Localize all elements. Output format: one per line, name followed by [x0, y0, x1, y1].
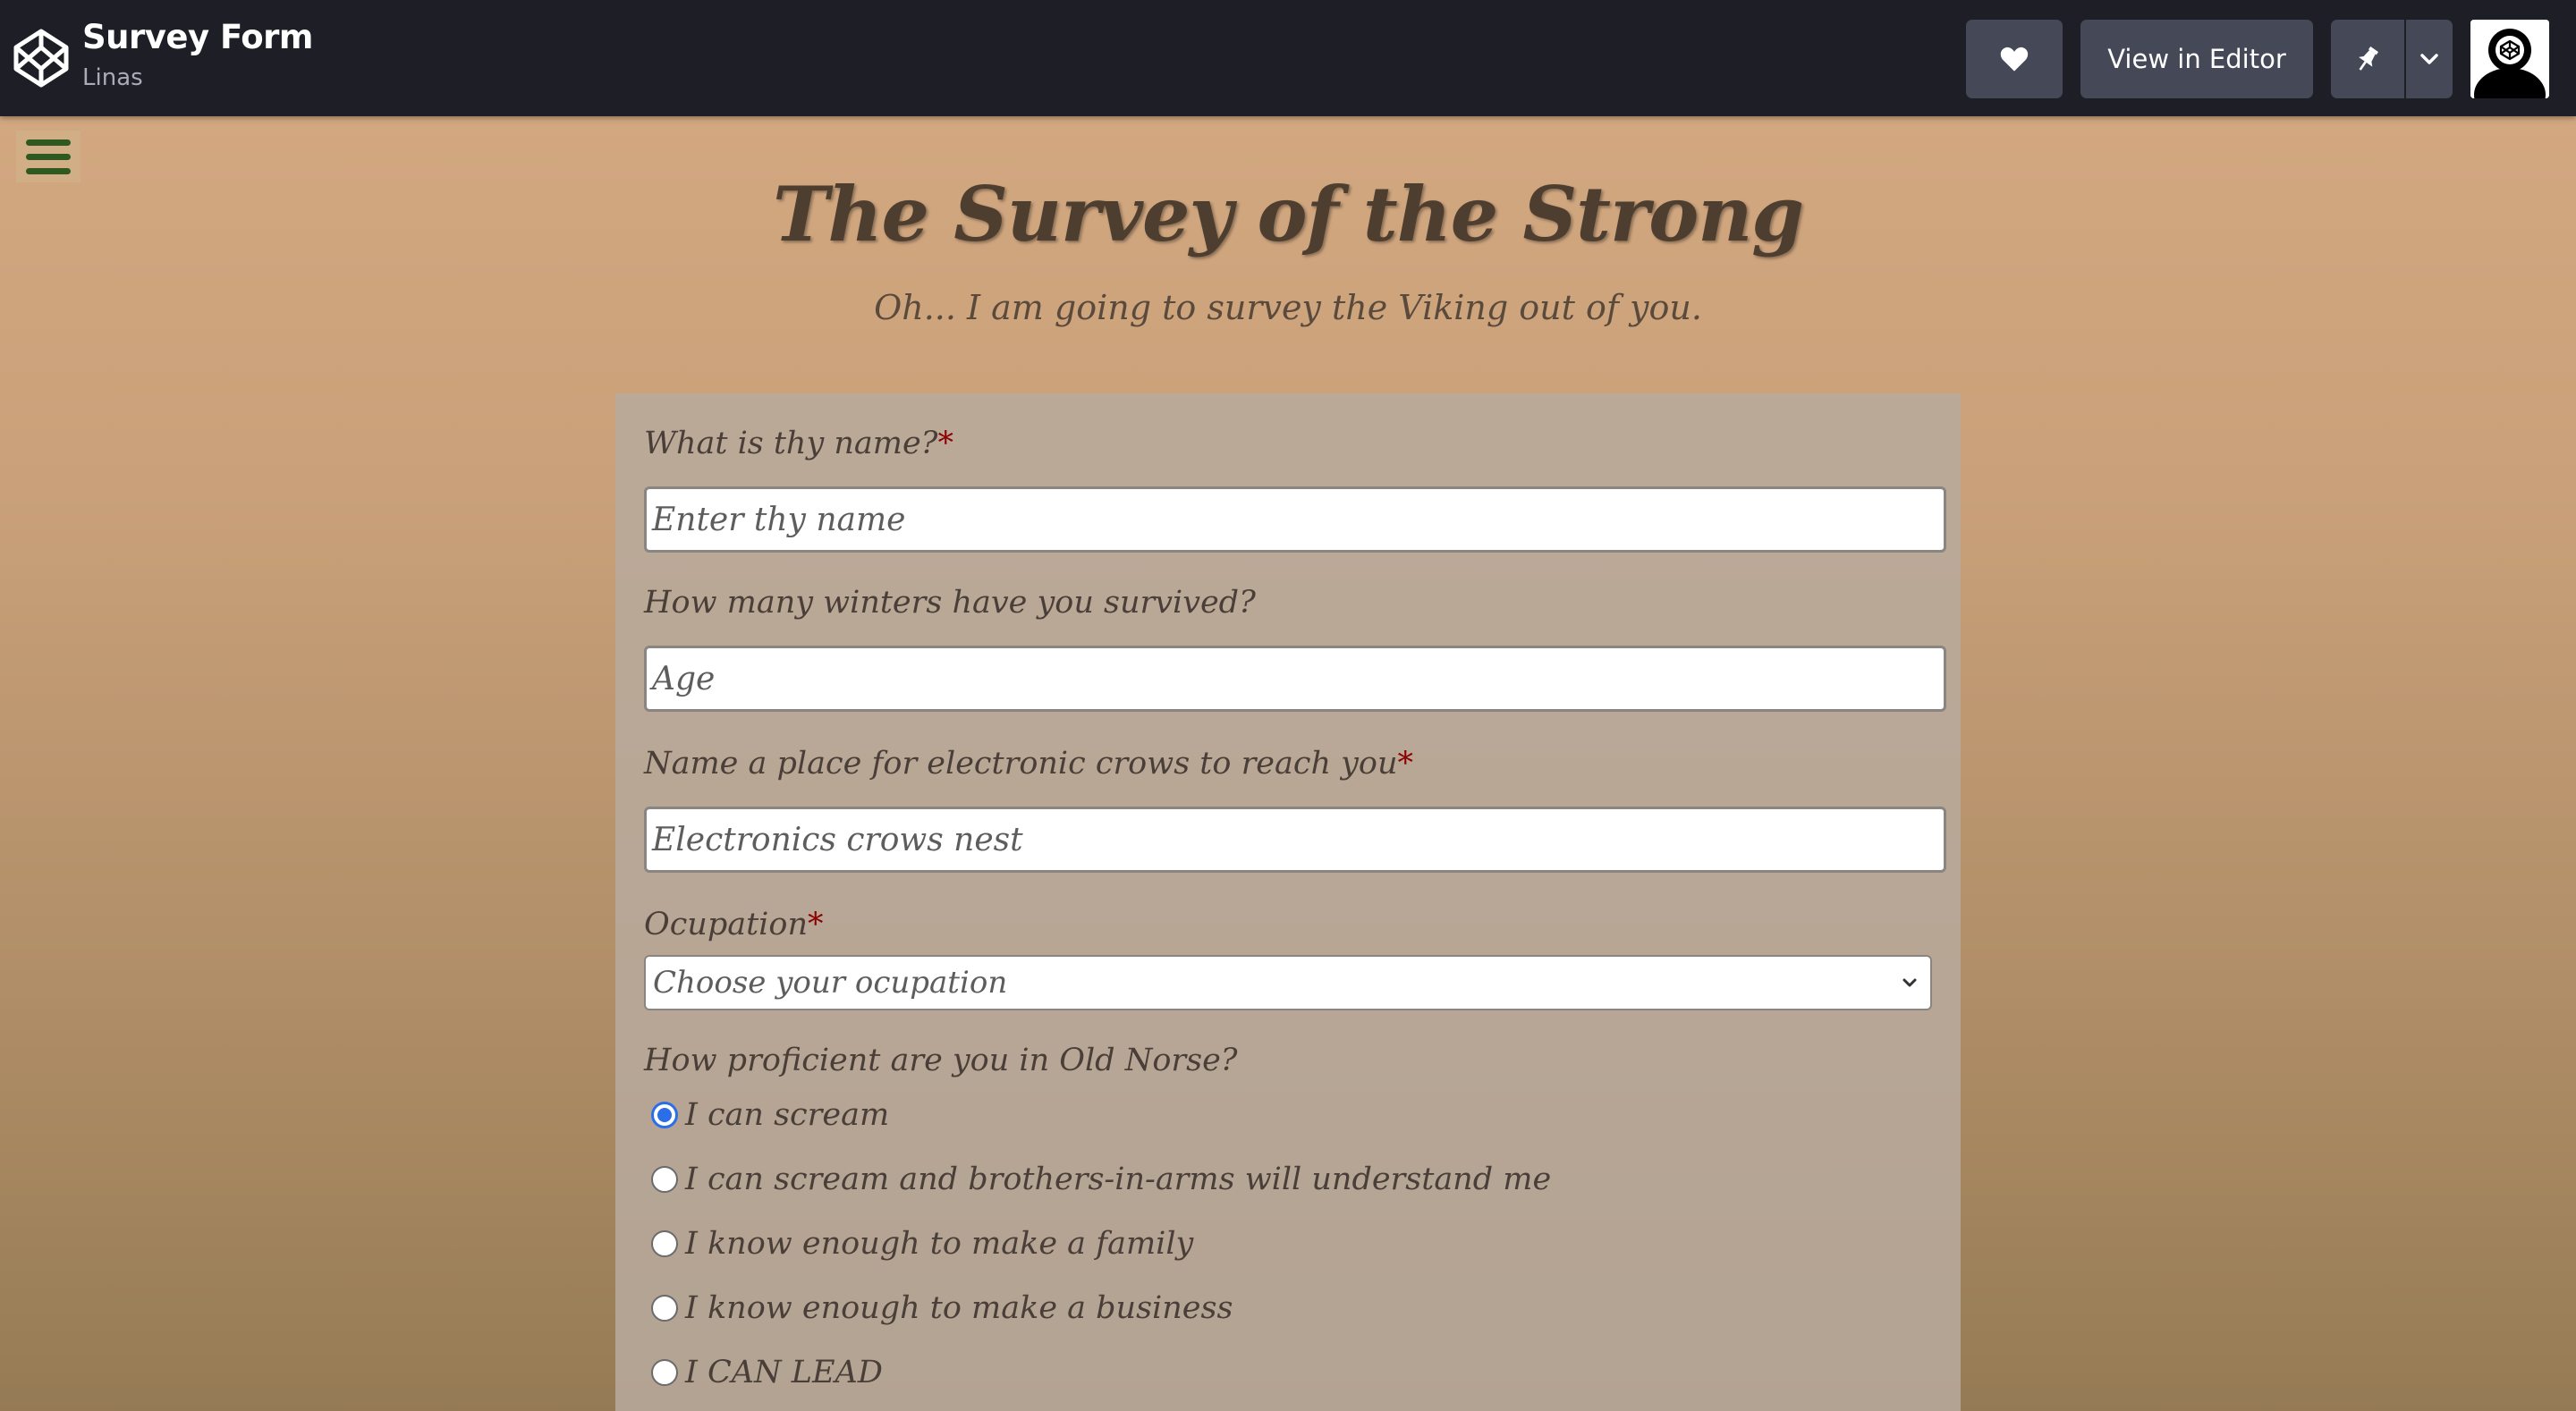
page-title: The Survey of the Strong	[772, 170, 1804, 258]
radio-label: I know enough to make a business	[685, 1290, 1233, 1326]
proficiency-option[interactable]: I can scream	[651, 1093, 889, 1137]
user-avatar[interactable]	[2470, 20, 2549, 98]
like-button[interactable]	[1966, 20, 2063, 98]
email-input[interactable]: Electronics crows nest	[644, 807, 1946, 873]
proficiency-option[interactable]: I can scream and brothers-in-arms will u…	[651, 1157, 1551, 1202]
heart-icon	[2000, 46, 2029, 72]
codepen-header: Survey Form Linas View in Editor	[0, 0, 2576, 116]
pin-icon	[2359, 46, 2379, 71]
radio-button[interactable]	[651, 1359, 678, 1386]
pin-button[interactable]	[2331, 20, 2404, 98]
radio-button-checked[interactable]	[651, 1102, 678, 1128]
user-avatar-icon	[2470, 20, 2549, 98]
radio-button[interactable]	[651, 1295, 678, 1322]
name-input[interactable]: Enter thy name	[644, 486, 1946, 553]
hamburger-line	[26, 139, 71, 146]
occupation-dropdown[interactable]: Choose your ocupation	[644, 955, 1932, 1010]
name-label: What is thy name?*	[644, 426, 953, 461]
required-marker: *	[807, 907, 824, 942]
codepen-logo-icon[interactable]	[13, 28, 70, 89]
chevron-down-icon	[1902, 978, 1917, 987]
radio-label: I can scream	[685, 1097, 890, 1133]
proficiency-label: How proficient are you in Old Norse?	[644, 1043, 1238, 1078]
hamburger-line	[26, 153, 71, 160]
email-label: Name a place for electronic crows to rea…	[644, 746, 1413, 782]
proficiency-option[interactable]: I know enough to make a family	[651, 1221, 1193, 1266]
pen-author[interactable]: Linas	[82, 64, 143, 91]
required-marker: *	[1397, 746, 1414, 782]
age-input[interactable]: Age	[644, 646, 1946, 712]
radio-button[interactable]	[651, 1230, 678, 1257]
radio-button[interactable]	[651, 1166, 678, 1193]
age-label: How many winters have you survived?	[644, 585, 1256, 621]
radio-label: I know enough to make a family	[685, 1226, 1194, 1262]
page-description: Oh... I am going to survey the Viking ou…	[874, 288, 1702, 327]
occupation-selected-value: Choose your ocupation	[653, 965, 1008, 1001]
radio-label: I can scream and brothers-in-arms will u…	[685, 1162, 1552, 1197]
occupation-label: Ocupation*	[644, 907, 823, 942]
more-options-button[interactable]	[2406, 20, 2453, 98]
survey-form: What is thy name?* Enter thy name How ma…	[615, 393, 1961, 1411]
proficiency-option[interactable]: I CAN LEAD	[651, 1350, 883, 1395]
occupation-label-text: Ocupation	[644, 907, 808, 942]
chevron-down-icon	[2420, 54, 2438, 64]
pen-title: Survey Form	[82, 18, 313, 56]
view-in-editor-button[interactable]: View in Editor	[2080, 20, 2313, 98]
proficiency-option[interactable]: I know enough to make a business	[651, 1286, 1233, 1331]
name-label-text: What is thy name?	[644, 426, 938, 461]
email-label-text: Name a place for electronic crows to rea…	[644, 746, 1398, 782]
required-marker: *	[937, 426, 953, 461]
radio-label: I CAN LEAD	[685, 1355, 883, 1390]
